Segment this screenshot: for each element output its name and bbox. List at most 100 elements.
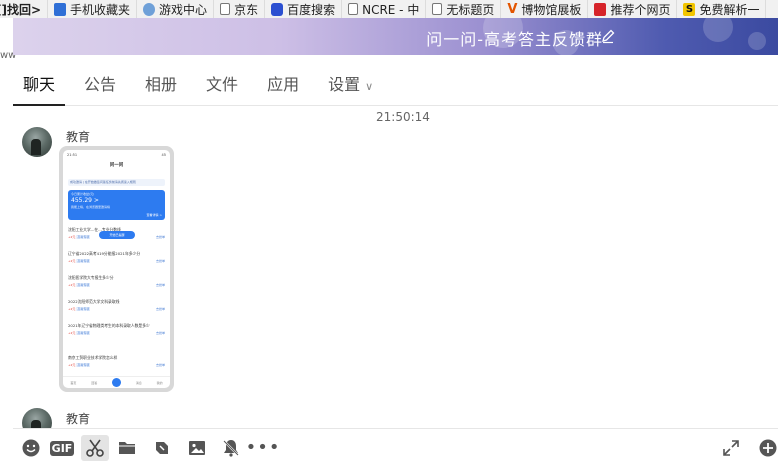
question-answer: 去抢单 — [155, 307, 165, 311]
card-label: 今日累计收益(元) — [71, 192, 95, 196]
bookmark-label: 无标题页 — [446, 2, 495, 17]
tab-announcement[interactable]: 公告 — [74, 71, 126, 105]
question-tag: 高考专项 — [76, 331, 91, 335]
question-pay: +2元 — [68, 331, 76, 335]
question-answer: 去抢单 — [155, 235, 165, 239]
tab-album[interactable]: 相册 — [135, 71, 187, 105]
tab-label: 相册 — [145, 75, 178, 94]
question-item: 2021年辽宁省物理类考生的本科录取人数是多少 +2元 高考专项 去抢单 — [68, 323, 165, 335]
question-item: 辽宁省2022高考419分能报2021年多少分 +2元 高考专项 去抢单 — [68, 251, 165, 263]
paw-icon — [271, 2, 284, 16]
tab-files[interactable]: 文件 — [196, 71, 248, 105]
nav-center-icon — [111, 378, 121, 387]
group-tabs: 聊天 公告 相册 文件 应用 设置 ∨ — [13, 60, 778, 106]
earnings-card: 今日累计收益(元) 455.29 > 我能上榜，在浏览器里邀请榜 查看详情 > — [68, 190, 165, 220]
question-tag: 高考专项 — [76, 363, 91, 367]
question-item: 2022沈阳师范大学文科录取线 +2元 高考专项 去抢单 — [68, 299, 165, 311]
group-header-banner: 问一问-高考答主反馈群 — [13, 18, 778, 55]
question-tag: 高考专项 — [76, 307, 91, 311]
file-button[interactable] — [113, 435, 141, 461]
question-text: 沈阳医学院大专报生多少分 — [68, 275, 114, 280]
decor-bubble — [748, 32, 766, 50]
bookmark-label: NCRE - 中 — [362, 2, 420, 17]
phone-screenshot: 21:51 45 问一问 成功邀请 | 在开始做签问答任务前请先阅读入规则 今日… — [63, 150, 170, 388]
bookmark-item[interactable]: V 博物馆展板 — [501, 0, 589, 18]
s-icon: S — [683, 2, 696, 16]
expand-button[interactable] — [717, 435, 745, 461]
more-icon: ••• — [245, 437, 281, 458]
bookmark-label: 免费解析一 — [699, 2, 760, 17]
mute-bell-icon — [223, 440, 239, 457]
expand-icon — [723, 440, 739, 456]
bookmark-label: 手机收藏夹 — [70, 2, 131, 17]
scissors-icon — [86, 439, 104, 457]
message-timestamp: 21:50:14 — [376, 110, 430, 124]
bookmark-item[interactable]: []找回> — [0, 0, 49, 18]
image-icon — [189, 441, 205, 455]
phone-app-title: 问一问 — [109, 163, 124, 168]
image-message[interactable]: 21:51 45 问一问 成功邀请 | 在开始做签问答任务前请先阅读入规则 今日… — [59, 146, 174, 392]
tab-label: 设置 — [328, 75, 361, 94]
bookmark-item[interactable]: 百度搜索 — [265, 0, 343, 18]
question-item: 南京工贸职业技术学院怎么样 +2元 高考专项 去抢单 — [68, 355, 165, 367]
bookmark-item[interactable]: 手机收藏夹 — [48, 0, 138, 18]
question-text: 南京工贸职业技术学院怎么样 — [68, 355, 118, 360]
avatar[interactable] — [22, 127, 52, 157]
tab-apps[interactable]: 应用 — [257, 71, 309, 105]
floating-reminder: 开始已提醒 — [99, 231, 135, 239]
bookmark-label: 推荐个网页 — [610, 2, 671, 17]
card-right: 查看详情 > — [146, 213, 162, 217]
question-tag: 高考专项 — [76, 283, 91, 287]
clip-button[interactable] — [148, 435, 176, 461]
emoji-icon — [22, 439, 40, 457]
nav-messages: 消息 — [135, 380, 142, 385]
question-item: 沈阳医学院大专报生多少分 +2元 高考专项 去抢单 — [68, 275, 165, 287]
question-answer: 去抢单 — [155, 363, 165, 367]
bookmark-item[interactable]: 无标题页 — [426, 0, 502, 18]
question-answer: 去抢单 — [155, 331, 165, 335]
red-icon — [594, 2, 607, 16]
screenshot-button[interactable] — [81, 435, 109, 461]
chevron-down-icon: ∨ — [365, 80, 374, 93]
bookmark-item[interactable]: 游戏中心 — [137, 0, 215, 18]
tab-label: 应用 — [267, 75, 300, 94]
folder-icon — [119, 442, 135, 454]
tab-chat[interactable]: 聊天 — [13, 71, 66, 106]
sender-name[interactable]: 教育 — [66, 410, 90, 427]
image-button[interactable] — [183, 435, 211, 461]
left-window-strip: ww — [0, 18, 16, 465]
more-button[interactable]: ••• — [246, 435, 280, 461]
page-icon — [220, 3, 231, 15]
mobile-icon — [54, 2, 67, 16]
page-icon — [432, 3, 443, 15]
pencil-icon[interactable] — [600, 28, 616, 44]
add-button[interactable] — [754, 435, 778, 461]
question-pay: +2元 — [68, 259, 76, 263]
tab-label: 公告 — [84, 75, 117, 94]
bookmark-item[interactable]: NCRE - 中 — [342, 0, 427, 18]
bookmark-item[interactable]: 推荐个网页 — [588, 0, 678, 18]
bookmark-label: 游戏中心 — [159, 2, 208, 17]
question-answer: 去抢单 — [155, 259, 165, 263]
question-pay: +2元 — [68, 363, 76, 367]
input-toolbar: GIF ••• — [13, 428, 778, 465]
tab-settings[interactable]: 设置 ∨ — [318, 71, 383, 105]
tab-label: 文件 — [206, 75, 239, 94]
bookmark-bar: []找回> 手机收藏夹 游戏中心 京东 百度搜索 NCRE - 中 无标题页 V… — [0, 0, 778, 18]
bookmark-label: 博物馆展板 — [521, 2, 582, 17]
status-battery: 45 — [161, 153, 166, 157]
gif-button[interactable]: GIF — [48, 435, 76, 461]
nav-me: 我的 — [156, 380, 163, 385]
question-tag: 高考专项 — [76, 259, 91, 263]
emoji-button[interactable] — [17, 435, 45, 461]
bookmark-label: 京东 — [234, 2, 259, 17]
bookmark-item[interactable]: 京东 — [214, 0, 266, 18]
group-title[interactable]: 问一问-高考答主反馈群 — [426, 26, 603, 50]
bookmark-label: []找回> — [0, 2, 42, 17]
question-answer: 去抢单 — [155, 283, 165, 287]
page-icon — [348, 3, 359, 15]
clip-icon — [156, 442, 168, 454]
bookmark-item[interactable]: S 免费解析一 — [677, 0, 767, 18]
mute-button[interactable] — [217, 435, 245, 461]
sender-name[interactable]: 教育 — [66, 128, 90, 145]
